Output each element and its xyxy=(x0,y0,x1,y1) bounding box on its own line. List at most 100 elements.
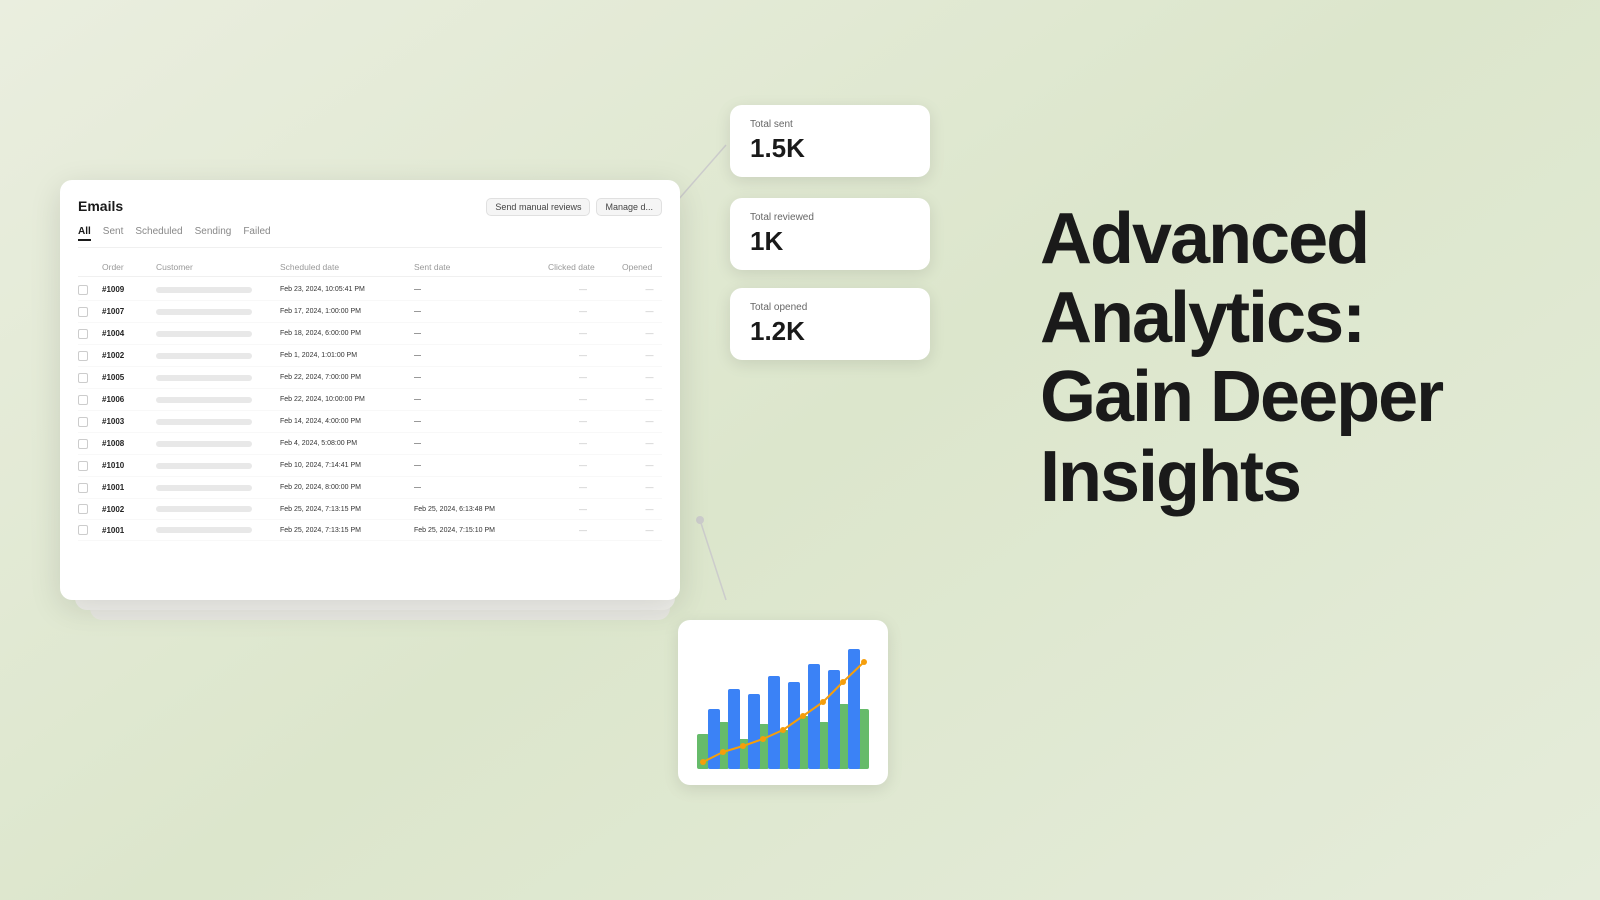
row-clicked: — xyxy=(548,417,618,426)
row-opened: — xyxy=(622,395,677,404)
table-row: #1004 Feb 18, 2024, 6:00:00 PM — — — — S… xyxy=(78,323,662,345)
table-row: #1002 Feb 25, 2024, 7:13:15 PM Feb 25, 2… xyxy=(78,499,662,520)
row-sent-date: — xyxy=(414,308,544,315)
table-row: #1009 Feb 23, 2024, 10:05:41 PM — — — — … xyxy=(78,279,662,301)
send-manual-btn[interactable]: Send manual reviews xyxy=(486,198,590,216)
stats-value-1: 1K xyxy=(750,227,910,256)
table-body: #1009 Feb 23, 2024, 10:05:41 PM — — — — … xyxy=(78,279,662,541)
row-opened: — xyxy=(622,351,677,360)
row-checkbox[interactable] xyxy=(78,329,88,339)
stats-value-2: 1.2K xyxy=(750,317,910,346)
table-row: #1007 Feb 17, 2024, 1:00:00 PM — — — — S… xyxy=(78,301,662,323)
row-clicked: — xyxy=(548,351,618,360)
row-checkbox[interactable] xyxy=(78,351,88,361)
row-opened: — xyxy=(622,417,677,426)
row-checkbox[interactable] xyxy=(78,417,88,427)
row-order: #1001 xyxy=(102,526,152,535)
heading-line3: Gain Deeper xyxy=(1040,357,1442,437)
row-order: #1009 xyxy=(102,285,152,294)
row-clicked: — xyxy=(548,307,618,316)
row-opened: — xyxy=(622,505,677,514)
row-scheduled-date: Feb 10, 2024, 7:14:41 PM xyxy=(280,462,410,469)
row-clicked: — xyxy=(548,505,618,514)
row-scheduled-date: Feb 20, 2024, 8:00:00 PM xyxy=(280,484,410,491)
row-customer xyxy=(156,527,276,533)
col-clicked: Clicked date xyxy=(548,262,618,272)
row-sent-date: Feb 25, 2024, 6:13:48 PM xyxy=(414,506,544,513)
row-sent-date: — xyxy=(414,352,544,359)
row-order: #1002 xyxy=(102,505,152,514)
row-clicked: — xyxy=(548,395,618,404)
row-scheduled-date: Feb 23, 2024, 10:05:41 PM xyxy=(280,286,410,293)
row-scheduled-date: Feb 25, 2024, 7:13:15 PM xyxy=(280,527,410,534)
tab-failed[interactable]: Failed xyxy=(243,224,270,241)
col-opened: Opened xyxy=(622,262,677,272)
tab-sent[interactable]: Sent xyxy=(103,224,124,241)
row-opened: — xyxy=(622,483,677,492)
row-checkbox[interactable] xyxy=(78,483,88,493)
row-customer xyxy=(156,331,276,337)
table-row: #1001 Feb 20, 2024, 8:00:00 PM — — — — S… xyxy=(78,477,662,499)
row-scheduled-date: Feb 1, 2024, 1:01:00 PM xyxy=(280,352,410,359)
analytics-chart xyxy=(692,634,874,774)
row-clicked: — xyxy=(548,285,618,294)
row-order: #1004 xyxy=(102,329,152,338)
row-opened: — xyxy=(622,526,677,535)
row-scheduled-date: Feb 22, 2024, 7:00:00 PM xyxy=(280,374,410,381)
row-customer xyxy=(156,375,276,381)
panel-actions: Send manual reviews Manage d... xyxy=(486,198,662,216)
row-checkbox[interactable] xyxy=(78,439,88,449)
stats-label-0: Total sent xyxy=(750,119,910,130)
row-customer xyxy=(156,309,276,315)
heading-line2: Analytics: xyxy=(1040,278,1364,358)
row-customer xyxy=(156,506,276,512)
row-clicked: — xyxy=(548,439,618,448)
row-clicked: — xyxy=(548,483,618,492)
row-sent-date: — xyxy=(414,462,544,469)
row-scheduled-date: Feb 4, 2024, 5:08:00 PM xyxy=(280,440,410,447)
row-order: #1006 xyxy=(102,395,152,404)
row-clicked: — xyxy=(548,373,618,382)
row-sent-date: Feb 25, 2024, 7:15:10 PM xyxy=(414,527,544,534)
row-sent-date: — xyxy=(414,396,544,403)
row-checkbox[interactable] xyxy=(78,285,88,295)
row-checkbox[interactable] xyxy=(78,504,88,514)
row-customer xyxy=(156,463,276,469)
row-opened: — xyxy=(622,373,677,382)
tab-sending[interactable]: Sending xyxy=(195,224,232,241)
tab-row: All Sent Scheduled Sending Failed xyxy=(78,224,662,248)
row-opened: — xyxy=(622,307,677,316)
row-scheduled-date: Feb 14, 2024, 4:00:00 PM xyxy=(280,418,410,425)
row-customer xyxy=(156,485,276,491)
table-row: #1001 Feb 25, 2024, 7:13:15 PM Feb 25, 2… xyxy=(78,520,662,541)
col-sent-date: Sent date xyxy=(414,262,544,272)
row-sent-date: — xyxy=(414,484,544,491)
table-row: #1005 Feb 22, 2024, 7:00:00 PM — — — — S… xyxy=(78,367,662,389)
row-order: #1001 xyxy=(102,483,152,492)
row-order: #1003 xyxy=(102,417,152,426)
row-sent-date: — xyxy=(414,440,544,447)
tab-scheduled[interactable]: Scheduled xyxy=(135,224,182,241)
row-sent-date: — xyxy=(414,330,544,337)
row-opened: — xyxy=(622,285,677,294)
row-checkbox[interactable] xyxy=(78,461,88,471)
row-checkbox[interactable] xyxy=(78,307,88,317)
tab-all[interactable]: All xyxy=(78,224,91,241)
manage-btn[interactable]: Manage d... xyxy=(596,198,662,216)
stats-card-total-reviewed: Total reviewed 1K xyxy=(730,198,930,270)
row-customer xyxy=(156,397,276,403)
row-checkbox[interactable] xyxy=(78,525,88,535)
table-row: #1003 Feb 14, 2024, 4:00:00 PM — — — — S… xyxy=(78,411,662,433)
row-scheduled-date: Feb 22, 2024, 10:00:00 PM xyxy=(280,396,410,403)
col-scheduled-date: Scheduled date xyxy=(280,262,410,272)
row-opened: — xyxy=(622,439,677,448)
heading-block: Advanced Analytics: Gain Deeper Insights xyxy=(1040,200,1520,517)
row-checkbox[interactable] xyxy=(78,373,88,383)
row-checkbox[interactable] xyxy=(78,395,88,405)
row-opened: — xyxy=(622,329,677,338)
table-header: Order Customer Scheduled date Sent date … xyxy=(78,258,662,277)
row-customer xyxy=(156,441,276,447)
emails-panel: Emails Send manual reviews Manage d... A… xyxy=(60,180,680,600)
table-row: #1006 Feb 22, 2024, 10:00:00 PM — — — — … xyxy=(78,389,662,411)
table-row: #1002 Feb 1, 2024, 1:01:00 PM — — — — Sc… xyxy=(78,345,662,367)
